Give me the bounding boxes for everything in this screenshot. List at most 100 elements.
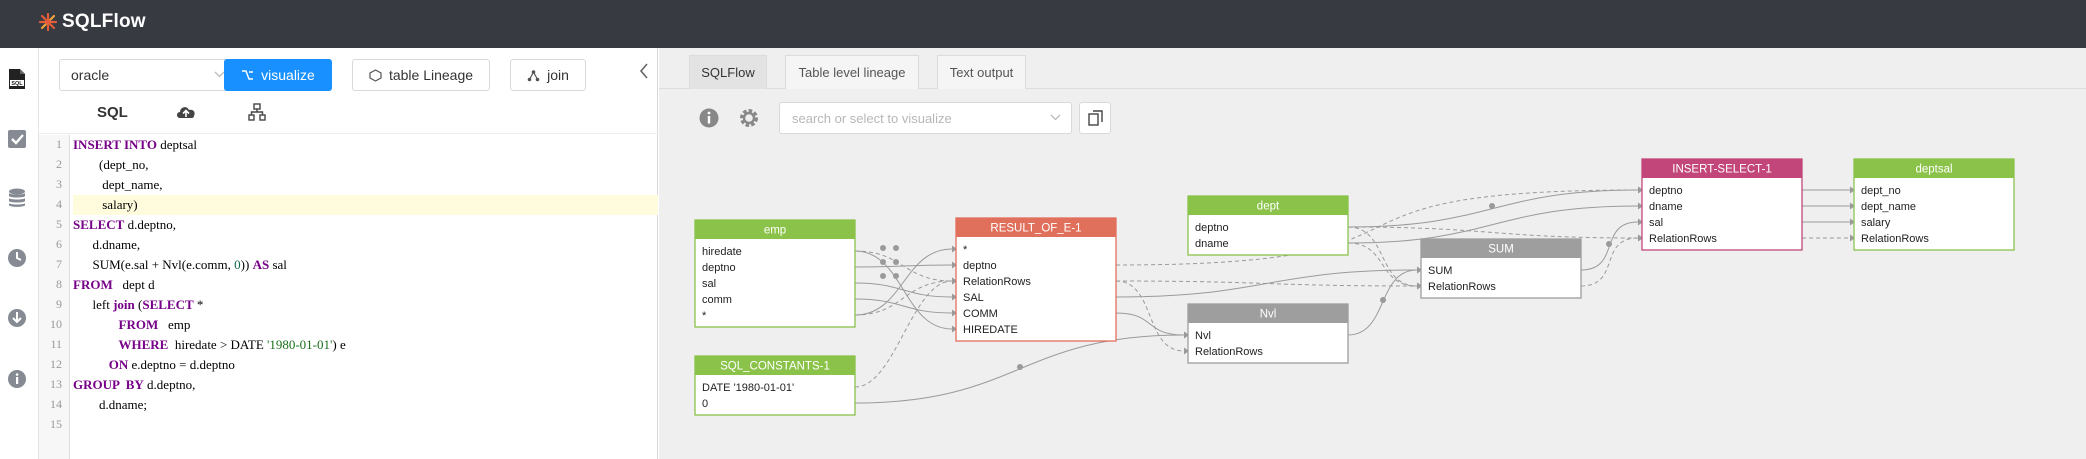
copy-button[interactable] [1079,102,1111,134]
node-title: INSERT-SELECT-1 [1672,164,1772,176]
code-text: d.deptno, [143,377,196,392]
node-column[interactable]: 0 [702,398,708,410]
node-column[interactable]: RelationRows [1649,233,1717,245]
table-lineage-button[interactable]: table Lineage [352,59,490,91]
code-line: GROUP BY d.deptno, [73,375,658,395]
node-column[interactable]: deptno [702,262,736,274]
code-keyword: WHERE [118,337,169,352]
node-column[interactable]: RelationRows [963,276,1031,288]
node-column[interactable]: deptno [1649,185,1683,197]
table-lineage-label: table Lineage [388,67,474,83]
code-text: (dept_no, [73,157,149,172]
table-lineage-icon [369,68,382,82]
database-select-value: oracle [71,67,110,83]
line-number: 9 [56,297,62,311]
code-keyword: SELECT [73,217,125,232]
node-column[interactable]: salary [1861,217,1891,229]
code-line: left join (SELECT * [73,295,658,315]
node-column[interactable]: sal [702,278,716,290]
tab-sql[interactable]: SQL [97,104,128,121]
code-text: hiredate > DATE [168,337,268,352]
line-number: 6 [56,237,62,251]
node-insert[interactable]: INSERT-SELECT-1 deptno dname sal RelationRow… [1641,158,1803,251]
code-keyword: GROUP BY [73,377,144,392]
lineage-edge [854,298,953,314]
node-column[interactable]: * [702,310,707,322]
line-number: 5 [56,217,62,231]
lineage-edge-dashed [1347,242,1418,287]
visualize-icon [242,69,254,80]
clock-icon[interactable] [6,247,28,269]
node-column[interactable]: SUM [1428,265,1452,277]
node-column[interactable]: COMM [963,308,998,320]
node-column[interactable]: RelationRows [1861,233,1929,245]
node-sum[interactable]: SUM SUM RelationRows [1420,238,1582,299]
edge-junction [893,245,899,251]
collapse-panel-icon[interactable] [637,61,651,81]
code-text: left [73,297,114,312]
sql-file-icon[interactable]: SQL [6,68,28,90]
node-deptsal[interactable]: deptsal dept_no dept_namesalary RelationRow… [1853,158,2015,251]
node-column[interactable]: dept_no [1861,185,1901,197]
node-column[interactable]: comm [702,294,732,306]
checkbox-icon[interactable] [6,128,28,150]
code-line: d.dname; [73,395,658,415]
line-number: 10 [50,317,62,331]
join-button[interactable]: join [510,59,586,91]
node-consts[interactable]: SQL_CONSTANTS-1 DATE '1980-01-01' 0 [694,355,856,416]
node-column[interactable]: Nvl [1195,330,1211,342]
download-icon[interactable] [6,307,28,329]
code-string: '1980-01-01' [267,337,333,352]
edge-junction [893,273,899,279]
copy-icon [1088,110,1103,126]
node-column[interactable]: SAL [963,292,984,304]
code-line: FROM emp [73,315,658,335]
code-keyword: ON [108,357,129,372]
node-result[interactable]: RESULT_OF_E-1 * deptno RelationRows SAL COMM H… [955,217,1117,342]
node-emp[interactable]: emp hiredate deptno sal comm * [694,219,856,328]
database-icon[interactable] [6,187,28,209]
join-icon [527,69,540,81]
gear-icon[interactable] [737,106,761,130]
line-number: 2 [56,157,62,171]
line-number: 12 [50,357,62,371]
edge-junction [1606,241,1612,247]
node-column[interactable]: deptno [963,260,997,272]
info-icon[interactable] [6,368,28,390]
line-number: 14 [50,397,62,411]
line-number: 3 [56,177,62,191]
code-line-active: salary) [73,195,658,215]
database-select[interactable]: oracle [59,59,237,91]
edge-junction [1489,203,1495,209]
node-nvl[interactable]: Nvl Nvl RelationRows [1187,303,1349,364]
node-column[interactable]: HIREDATE [963,324,1018,336]
node-column[interactable]: deptno [1195,222,1229,234]
node-column[interactable]: RelationRows [1428,281,1496,293]
visualize-label: visualize [261,67,315,83]
info-icon[interactable] [697,106,721,130]
code-keyword: FROM [73,277,113,292]
lineage-edge-dashed [1347,226,1639,239]
node-column[interactable]: RelationRows [1195,346,1263,358]
search-select[interactable]: search or select to visualize [779,102,1072,134]
edge-junction [880,273,886,279]
node-title: Nvl [1260,309,1277,321]
top-bar: SQLFlow [0,0,2086,48]
node-column[interactable]: dept_name [1861,201,1916,213]
sql-editor[interactable]: 1 2 3 4 5 6 7 8 9 10 11 12 13 14 15 INSE… [39,135,658,459]
app-logo[interactable]: SQLFlow [38,11,146,33]
node-column[interactable]: hiredate [702,246,742,258]
visualize-button[interactable]: visualize [224,59,332,91]
node-column[interactable]: dname [1649,201,1683,213]
node-column[interactable]: sal [1649,217,1663,229]
code-line: d.dname, [73,235,658,255]
node-column[interactable]: * [963,244,968,256]
hierarchy-icon[interactable] [248,103,266,121]
lineage-edge-dashed [1115,280,1185,352]
node-column[interactable]: dname [1195,238,1229,250]
node-column[interactable]: DATE '1980-01-01' [702,382,794,394]
code-text: d.dname; [73,397,148,412]
cloud-upload-icon[interactable] [175,102,197,122]
node-dept[interactable]: dept deptno dname [1187,195,1349,256]
